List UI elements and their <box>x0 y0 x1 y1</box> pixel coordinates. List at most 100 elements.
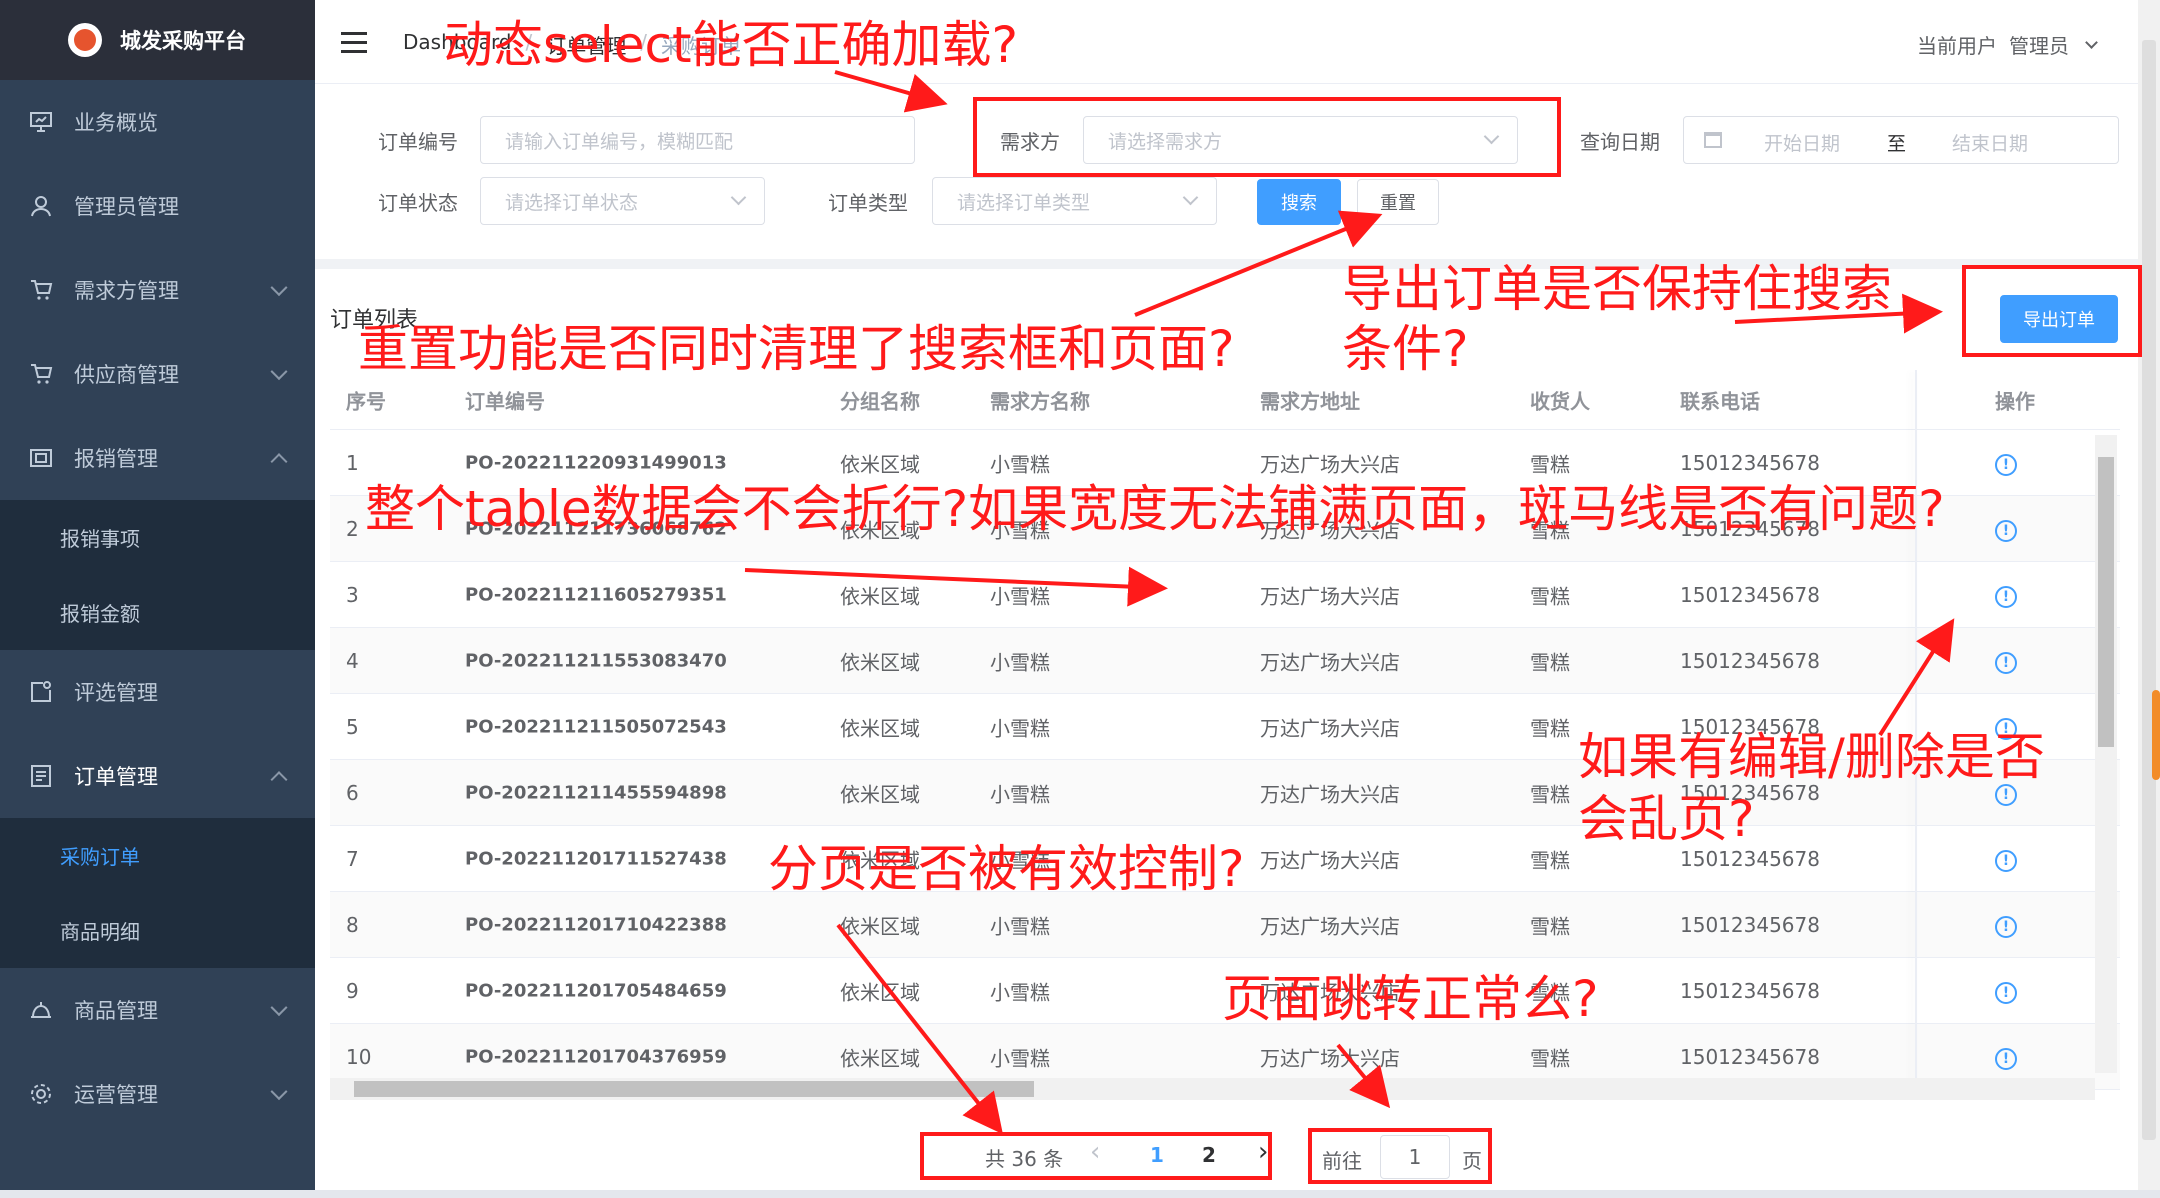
cell-address: 万达广场大兴店 <box>1260 914 1400 938</box>
sidebar-item-demand[interactable]: 需求方管理 <box>0 248 315 332</box>
cell-receiver: 雪糕 <box>1530 650 1570 674</box>
annotation-page-jump: 页面跳转正常么? <box>1222 970 1599 1028</box>
annotation-export-2: 条件? <box>1342 320 1469 378</box>
sidebar-subitem-product-detail[interactable]: 商品明细 <box>0 893 315 968</box>
cell-receiver: 雪糕 <box>1530 914 1570 938</box>
info-icon[interactable]: ! <box>1995 783 2017 806</box>
annotation-table-wrap: 整个table数据会不会折行?如果宽度无法铺满页面，斑马线是否有问题? <box>365 480 1945 538</box>
cell-receiver: 雪糕 <box>1530 782 1570 806</box>
page-scrollbar[interactable] <box>2138 0 2160 1190</box>
annotation-box-demand <box>973 97 1561 177</box>
sidebar-item-supplier[interactable]: 供应商管理 <box>0 332 315 416</box>
sidebar-subitem-reimburse-amount[interactable]: 报销金额 <box>0 575 315 650</box>
cell-address: 万达广场大兴店 <box>1260 716 1400 740</box>
cell-address: 万达广场大兴店 <box>1260 782 1400 806</box>
chevron-down-icon <box>270 999 288 1017</box>
sidebar-item-overview[interactable]: 业务概览 <box>0 80 315 164</box>
info-icon[interactable]: ! <box>1995 453 2017 476</box>
sidebar-item-label: 供应商管理 <box>74 363 179 387</box>
cell-demand: 小雪糕 <box>990 914 1050 938</box>
cell-order-no: PO-202211211605279351 <box>465 584 727 605</box>
chevron-down-icon <box>270 1083 288 1101</box>
info-icon[interactable]: ! <box>1995 651 2017 674</box>
table-vertical-scrollbar[interactable] <box>2095 435 2117 1073</box>
cell-group: 依米区域 <box>840 980 920 1004</box>
cell-demand: 小雪糕 <box>990 782 1050 806</box>
sidebar-item-label: 订单管理 <box>74 765 158 789</box>
column-header-phone: 联系电话 <box>1680 389 1760 413</box>
table-row: 4 PO-202211211553083470 依米区域 小雪糕 万达广场大兴店 雪糕 15… <box>330 628 2120 694</box>
annotation-edit-delete-2: 会乱页? <box>1578 790 1755 848</box>
status-placeholder: 请选择订单状态 <box>505 191 639 214</box>
sidebar-subitem-reimburse-items[interactable]: 报销事项 <box>0 500 315 575</box>
info-icon[interactable]: ! <box>1995 1047 2017 1070</box>
cell-receiver: 雪糕 <box>1530 1046 1570 1070</box>
user-menu[interactable]: 当前用户 管理员 <box>1917 30 2098 59</box>
date-to: 至 <box>1887 133 1907 155</box>
cell-demand: 小雪糕 <box>990 716 1050 740</box>
cell-receiver: 雪糕 <box>1530 848 1570 872</box>
review-icon <box>28 679 54 705</box>
sidebar-item-product[interactable]: 商品管理 <box>0 968 315 1052</box>
date-range-picker[interactable]: 开始日期 至 结束日期 <box>1683 116 2119 164</box>
status-select[interactable]: 请选择订单状态 <box>480 177 765 225</box>
row-action: ! <box>1995 648 2017 674</box>
cell-demand: 小雪糕 <box>990 584 1050 608</box>
info-icon[interactable]: ! <box>1995 849 2017 872</box>
sidebar-item-admin[interactable]: 管理员管理 <box>0 164 315 248</box>
hamburger-icon[interactable] <box>341 32 367 54</box>
reset-button[interactable]: 重置 <box>1357 179 1439 225</box>
column-header-index: 序号 <box>346 389 386 413</box>
cell-phone: 15012345678 <box>1680 648 1820 673</box>
annotation-reset: 重置功能是否同时清理了搜索框和页面? <box>358 320 1235 378</box>
column-header-group: 分组名称 <box>840 389 920 413</box>
info-icon[interactable]: ! <box>1995 981 2017 1004</box>
cell-order-no: PO-202211201711527438 <box>465 848 727 869</box>
status-label: 订单状态 <box>378 191 458 215</box>
calendar-icon <box>1704 132 1722 148</box>
chevron-down-icon <box>270 279 288 297</box>
sidebar-item-label: 需求方管理 <box>74 279 179 303</box>
order-no-input[interactable]: 请输入订单编号，模糊匹配 <box>480 116 915 164</box>
row-action: ! <box>1995 912 2017 938</box>
info-icon[interactable]: ! <box>1995 585 2017 608</box>
type-select[interactable]: 请选择订单类型 <box>932 177 1217 225</box>
sidebar-item-label: 管理员管理 <box>74 195 179 219</box>
chevron-down-icon <box>270 363 288 381</box>
info-icon[interactable]: ! <box>1995 519 2017 542</box>
sidebar-item-operation[interactable]: 运营管理 <box>0 1052 315 1136</box>
monitor-icon <box>28 109 54 135</box>
info-icon[interactable]: ! <box>1995 915 2017 938</box>
annotation-box-pager <box>920 1132 1272 1180</box>
date-start: 开始日期 <box>1764 133 1841 155</box>
order-no-placeholder: 请输入订单编号，模糊匹配 <box>505 130 734 153</box>
cell-phone: 15012345678 <box>1680 846 1820 871</box>
column-header-action: 操作 <box>1995 389 2035 413</box>
search-button[interactable]: 搜索 <box>1257 179 1341 225</box>
cell-order-no: PO-202211201705484659 <box>465 980 727 1001</box>
table-horizontal-scrollbar[interactable] <box>330 1078 2095 1100</box>
sidebar-item-label: 评选管理 <box>74 681 158 705</box>
receipt-icon <box>28 445 54 471</box>
cell-order-no: PO-202211211455594898 <box>465 782 727 803</box>
chevron-down-icon <box>1182 189 1199 206</box>
type-label: 订单类型 <box>828 191 908 215</box>
sidebar-item-label: 业务概览 <box>74 111 158 135</box>
cell-address: 万达广场大兴店 <box>1260 584 1400 608</box>
cell-group: 依米区域 <box>840 452 920 476</box>
sidebar-subitem-purchase-order[interactable]: 采购订单 <box>0 818 315 893</box>
user-label: 当前用户 <box>1917 34 1997 58</box>
sidebar-item-order[interactable]: 订单管理 <box>0 734 315 818</box>
reimburse-submenu: 报销事项 报销金额 <box>0 500 315 650</box>
sidebar-item-review[interactable]: 评选管理 <box>0 650 315 734</box>
chevron-down-icon <box>2085 35 2098 49</box>
cell-receiver: 雪糕 <box>1530 716 1570 740</box>
cart-icon <box>28 277 54 303</box>
column-header-demand: 需求方名称 <box>990 389 1090 413</box>
sidebar-item-reimburse[interactable]: 报销管理 <box>0 416 315 500</box>
type-placeholder: 请选择订单类型 <box>957 191 1091 214</box>
table-row: 8 PO-202211201710422388 依米区域 小雪糕 万达广场大兴店 雪糕 15… <box>330 892 2120 958</box>
cell-group: 依米区域 <box>840 1046 920 1070</box>
table-header: 序号 订单编号 分组名称 需求方名称 需求方地址 收货人 联系电话 操作 <box>330 370 2120 430</box>
logo[interactable]: 城发采购平台 <box>0 0 315 80</box>
